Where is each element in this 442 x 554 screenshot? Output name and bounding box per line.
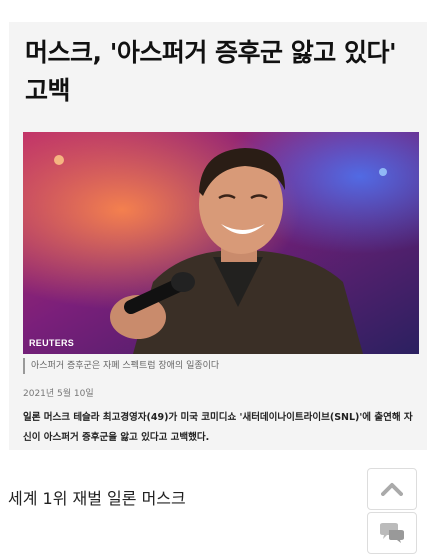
scroll-top-button[interactable] [367, 468, 417, 510]
speech-bubbles-icon [380, 523, 404, 543]
article-headline: 머스크, '아스퍼거 증후군 앓고 있다' 고백 [25, 38, 397, 105]
photo-caption: 아스퍼거 증후군은 자폐 스펙트럼 장애의 일종이다 [23, 358, 219, 374]
article-card: 머스크, '아스퍼거 증후군 앓고 있다' 고백 REUTERS 아스퍼거 증후… [9, 22, 427, 450]
article-body: 일론 머스크 테슬라 최고경영자(49)가 미국 코미디쇼 '새터데이나이트라이… [23, 412, 413, 443]
photo-credit: REUTERS [29, 338, 75, 348]
article-date: 2021년 5월 10일 [23, 389, 94, 399]
photo-illustration [23, 132, 419, 354]
article-photo: REUTERS [23, 132, 419, 354]
chevron-up-icon [381, 483, 403, 496]
post-text: 세계 1위 재벌 일론 머스크 [8, 489, 186, 508]
